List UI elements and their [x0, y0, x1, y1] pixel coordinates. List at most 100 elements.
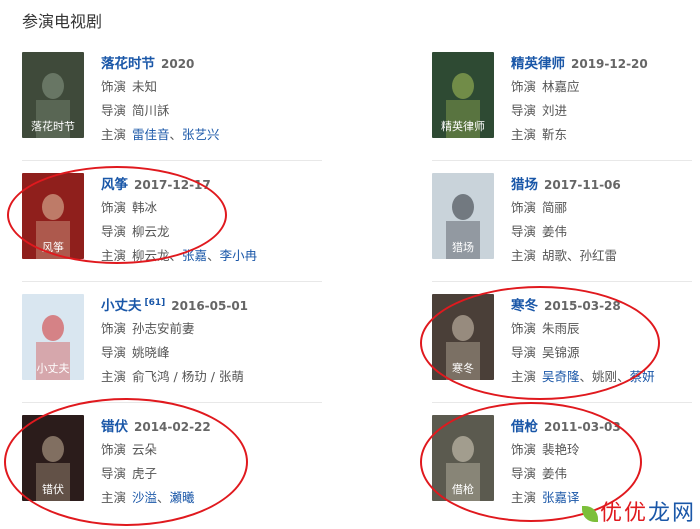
show-title-link[interactable]: 精英律师	[511, 56, 565, 72]
show-title-link[interactable]: 寒冬	[511, 298, 538, 314]
starring-label: 主演	[511, 248, 537, 263]
air-date: 2017-12-17	[134, 178, 211, 192]
cast-separator: 、	[157, 490, 170, 505]
role-line: 饰演 裴艳玲	[511, 439, 700, 459]
poster-image[interactable]: 精英律师	[432, 52, 494, 138]
cast-member-link[interactable]: 张嘉译	[542, 490, 580, 505]
poster-caption: 错伏	[42, 482, 64, 496]
starring-label: 主演	[101, 369, 127, 384]
cast-list: 靳东	[542, 127, 567, 142]
cast-list: 吴奇隆、姚刚、蔡妍	[542, 369, 655, 384]
role-label: 饰演	[101, 321, 127, 336]
cast-separator: 、	[169, 127, 183, 142]
cast-separator: 、	[207, 248, 220, 263]
role-line: 饰演 韩冰	[101, 197, 351, 217]
poster-image[interactable]: 落花时节	[22, 52, 84, 138]
cast-member-link[interactable]: 李小冉	[220, 248, 258, 263]
show-info: 猎场 2017-11-06 饰演 简郦 导演 姜伟 主演 胡歌、孙红雷	[511, 173, 700, 265]
show-title-link[interactable]: 风筝	[101, 177, 128, 193]
director-value: 吴锦源	[542, 345, 580, 360]
poster-image[interactable]: 猎场	[432, 173, 494, 259]
cast-separator: /	[206, 369, 219, 384]
air-date: 2016-05-01	[171, 299, 249, 313]
cast-separator: /	[169, 369, 182, 384]
row-divider	[432, 402, 692, 403]
row-divider	[22, 281, 322, 282]
poster-caption: 落花时节	[31, 120, 75, 133]
starring-label: 主演	[511, 490, 537, 505]
show-info: 借枪 2011-03-03 饰演 裴艳玲导演 姜伟 主演 张嘉译	[511, 415, 700, 507]
title-row: 落花时节 2020	[101, 52, 351, 72]
director-label: 导演	[511, 103, 537, 118]
page-title: 参演电视剧	[22, 12, 103, 31]
poster-image[interactable]: 借枪	[432, 415, 494, 501]
cast-list: 俞飞鸿 / 杨玏 / 张萌	[132, 369, 244, 384]
cast-member-link[interactable]: 瀬曦	[170, 490, 195, 505]
tv-show-card: 落花时节 落花时节 2020 饰演 未知 导演 简川訸 主演 雷佳音、张艺兴	[22, 52, 352, 152]
starring-label: 主演	[511, 127, 537, 142]
show-title-link[interactable]: 落花时节	[101, 56, 155, 72]
director-line: 导演 刘进	[511, 100, 700, 120]
role-value: 韩冰	[132, 200, 158, 215]
show-title-link[interactable]: 猎场	[511, 177, 538, 193]
show-title-link[interactable]: 借枪	[511, 419, 538, 435]
cast-separator: 、	[567, 248, 580, 263]
title-row: 猎场 2017-11-06	[511, 173, 700, 193]
director-value: 姜伟	[542, 224, 568, 239]
role-value: 未知	[132, 79, 158, 94]
cast-member-link[interactable]: 沙溢	[132, 490, 157, 505]
cast-member-link[interactable]: 张嘉	[182, 248, 207, 263]
cast-member-link[interactable]: 蔡妍	[630, 369, 655, 384]
poster-image[interactable]: 小丈夫	[22, 294, 84, 380]
poster-caption: 寒冬	[452, 361, 474, 375]
director-label: 导演	[101, 224, 127, 239]
role-line: 饰演 简郦	[511, 197, 700, 217]
role-value: 朱雨辰	[542, 321, 580, 336]
director-label: 导演	[511, 466, 537, 481]
citation-link[interactable]: [61]	[145, 298, 166, 308]
cast-line: 主演 柳云龙、张嘉、李小冉	[101, 245, 351, 265]
show-title-link[interactable]: 错伏	[101, 419, 128, 435]
cast-line: 主演 沙溢、瀬曦	[101, 487, 351, 507]
starring-label: 主演	[101, 248, 127, 263]
title-row: 借枪 2011-03-03	[511, 415, 700, 435]
role-line: 饰演 云朵	[101, 439, 351, 459]
show-info: 风筝 2017-12-17 饰演 韩冰导演 柳云龙主演 柳云龙、张嘉、李小冉	[101, 173, 351, 265]
row-divider	[432, 281, 692, 282]
show-info: 错伏 2014-02-22 饰演 云朵 导演 虎子 主演 沙溢、瀬曦	[101, 415, 351, 507]
watermark-text: 优优龙网	[600, 501, 696, 526]
poster-image[interactable]: 风筝	[22, 173, 84, 259]
cast-member-link[interactable]: 张艺兴	[182, 127, 220, 142]
cast-separator: 、	[617, 369, 630, 384]
watermark-char: 网	[671, 501, 696, 526]
title-row: 寒冬 2015-03-28	[511, 294, 700, 314]
cast-member-link[interactable]: 雷佳音	[132, 127, 170, 142]
poster-image[interactable]: 寒冬	[432, 294, 494, 380]
tv-show-card: 风筝 风筝 2017-12-17 饰演 韩冰导演 柳云龙主演 柳云龙、张嘉、李小冉	[22, 173, 352, 273]
poster-image[interactable]: 错伏	[22, 415, 84, 501]
show-info: 寒冬 2015-03-28 饰演 朱雨辰 导演 吴锦源 主演 吴奇隆、姚刚、蔡妍	[511, 294, 700, 386]
cast-member: 杨玏	[181, 369, 207, 384]
cast-line: 主演 靳东	[511, 124, 700, 144]
show-title-link[interactable]: 小丈夫	[101, 298, 142, 314]
role-value: 孙志安前妻	[132, 321, 195, 336]
starring-label: 主演	[101, 490, 127, 505]
director-value: 姜伟	[542, 466, 568, 481]
director-label: 导演	[101, 103, 127, 118]
cast-list: 张嘉译	[542, 490, 580, 505]
director-value: 柳云龙	[132, 224, 170, 239]
director-label: 导演	[511, 345, 537, 360]
tv-show-card: 寒冬 寒冬 2015-03-28 饰演 朱雨辰 导演 吴锦源 主演 吴奇隆、姚刚、蔡妍	[432, 294, 700, 394]
row-divider	[22, 160, 322, 161]
show-info: 落花时节 2020 饰演 未知 导演 简川訸 主演 雷佳音、张艺兴	[101, 52, 351, 144]
watermark-char: 优	[623, 501, 648, 526]
cast-separator: 、	[579, 369, 593, 384]
show-info: 精英律师 2019-12-20 饰演 林嘉应 导演 刘进 主演 靳东	[511, 52, 700, 144]
director-value: 刘进	[542, 103, 568, 118]
role-line: 饰演 未知	[101, 76, 351, 96]
air-date: 2011-03-03	[544, 420, 621, 434]
cast-member-link[interactable]: 吴奇隆	[542, 369, 580, 384]
cast-member: 俞飞鸿	[132, 369, 170, 384]
poster-caption: 精英律师	[441, 119, 485, 133]
role-line: 饰演 孙志安前妻	[101, 318, 351, 338]
